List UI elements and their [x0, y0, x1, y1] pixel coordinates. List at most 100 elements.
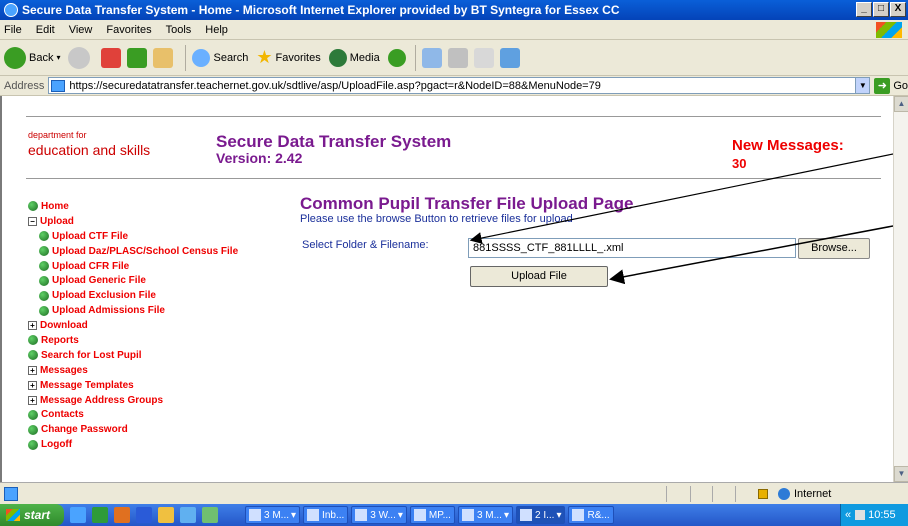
forward-arrow-icon — [68, 46, 91, 69]
lock-icon — [758, 488, 768, 499]
start-label: start — [24, 508, 51, 522]
folder-icon — [355, 509, 368, 521]
browser-toolbar: Back ▾ Search ★ Favorites Media — [0, 40, 908, 76]
address-bar: Address https://securedatatransfer.teach… — [0, 76, 908, 96]
toolbar-separator — [414, 44, 416, 71]
page-content: department for education and skills Secu… — [0, 96, 893, 482]
star-icon: ★ — [256, 47, 273, 67]
menu-help[interactable]: Help — [205, 24, 228, 36]
powerpoint-quicklaunch-icon[interactable] — [114, 507, 130, 523]
windows-flag-icon — [6, 509, 20, 521]
refresh-icon[interactable] — [127, 47, 148, 68]
excel-icon — [249, 509, 261, 521]
edit-icon[interactable] — [473, 47, 494, 68]
go-button[interactable]: ➜ Go — [874, 77, 908, 94]
toolbar-separator — [185, 44, 187, 71]
history-icon[interactable] — [387, 48, 406, 67]
task-label: 3 W... — [370, 509, 396, 521]
task-label: 3 M... — [264, 509, 290, 521]
chevron-down-icon: ▾ — [503, 509, 509, 521]
address-label: Address — [4, 79, 45, 92]
task-mp[interactable]: MP... — [409, 506, 455, 524]
task-label: R&... — [587, 509, 610, 521]
scroll-down-icon[interactable]: ▼ — [894, 466, 908, 482]
task-excel[interactable]: 3 M... ▾ — [245, 506, 301, 524]
task-label: 3 M... — [476, 509, 502, 521]
tray-app-icon[interactable] — [855, 510, 866, 520]
dropdown-arrow-icon: ▾ — [56, 53, 61, 62]
menu-favorites[interactable]: Favorites — [106, 24, 151, 36]
chevron-down-icon: ▾ — [397, 509, 403, 521]
windows-logo-icon — [876, 22, 902, 38]
menu-tools[interactable]: Tools — [166, 24, 192, 36]
address-input[interactable]: https://securedatatransfer.teachernet.go… — [48, 77, 871, 94]
task-inbox[interactable]: Inb... — [303, 506, 349, 524]
zone-label: Internet — [794, 487, 832, 500]
media-button[interactable]: Media — [328, 48, 380, 67]
status-divider — [735, 486, 736, 502]
address-url: https://securedatatransfer.teachernet.go… — [69, 79, 601, 92]
messenger-icon[interactable] — [499, 47, 520, 68]
back-button[interactable]: Back ▾ — [4, 46, 61, 69]
search-label: Search — [213, 51, 249, 64]
annotation-arrow-filename — [469, 153, 893, 244]
ie-quicklaunch-icon[interactable] — [70, 507, 86, 523]
task-rnd[interactable]: R&... — [568, 506, 614, 524]
status-divider — [712, 486, 713, 502]
forward-button[interactable] — [68, 46, 93, 69]
annotation-arrows — [469, 153, 893, 285]
back-label: Back — [29, 51, 54, 64]
close-button[interactable]: X — [890, 2, 906, 17]
print-icon[interactable] — [447, 47, 468, 68]
outlook-quicklaunch-icon[interactable] — [180, 507, 196, 523]
page-icon — [51, 79, 66, 92]
task-label: 2 I... — [534, 509, 555, 521]
favorites-button[interactable]: ★ Favorites — [256, 47, 320, 68]
word-icon — [461, 509, 474, 521]
chevron-down-icon: ▾ — [556, 509, 562, 521]
desktop-quicklaunch-icon[interactable] — [202, 507, 218, 523]
internet-explorer-icon — [4, 3, 18, 17]
menu-edit[interactable]: Edit — [36, 24, 55, 36]
task-ie[interactable]: 2 I... ▾ — [515, 506, 566, 524]
window-controls: _ □ X — [856, 2, 906, 17]
mail-icon[interactable] — [421, 47, 442, 68]
outlook-icon — [307, 509, 320, 521]
task-label: MP... — [428, 509, 451, 521]
task-explorer[interactable]: 3 W... ▾ — [351, 506, 407, 524]
clock[interactable]: 10:55 — [868, 509, 896, 521]
excel-quicklaunch-icon[interactable] — [92, 507, 108, 523]
tray-expand-icon[interactable]: « — [845, 509, 851, 521]
scroll-up-icon[interactable]: ▲ — [894, 96, 908, 112]
search-icon — [572, 509, 585, 521]
task-word[interactable]: 3 M... ▾ — [457, 506, 513, 524]
app-icon — [413, 509, 426, 521]
start-button[interactable]: start — [0, 504, 64, 526]
favorites-label: Favorites — [275, 51, 321, 64]
menu-file[interactable]: File — [4, 24, 22, 36]
home-icon[interactable] — [153, 47, 174, 68]
search-button[interactable]: Search — [192, 48, 249, 67]
word-quicklaunch-icon[interactable] — [136, 507, 152, 523]
maximize-button[interactable]: □ — [873, 2, 889, 17]
menu-bar: File Edit View Favorites Tools Help — [0, 20, 908, 40]
window-title-bar[interactable]: Secure Data Transfer System - Home - Mic… — [0, 0, 908, 20]
stop-icon[interactable] — [101, 47, 122, 68]
system-tray: « 10:55 — [840, 504, 908, 526]
go-label: Go — [893, 79, 908, 92]
status-divider — [690, 486, 691, 502]
chevron-down-icon: ▾ — [291, 509, 297, 521]
status-divider — [666, 486, 667, 502]
back-arrow-icon — [4, 46, 26, 69]
minimize-button[interactable]: _ — [856, 2, 872, 17]
page-status-icon — [4, 486, 18, 501]
security-zone: Internet — [758, 487, 832, 500]
menu-view[interactable]: View — [69, 24, 93, 36]
taskbar: start 3 M... ▾ Inb... 3 W... ▾ MP... 3 M..… — [0, 504, 908, 526]
go-arrow-icon: ➜ — [874, 77, 891, 94]
vertical-scrollbar[interactable]: ▲ ▼ — [893, 96, 908, 482]
internet-explorer-icon — [519, 509, 532, 521]
folder-quicklaunch-icon[interactable] — [158, 507, 174, 523]
annotation-arrow-upload — [609, 225, 893, 285]
chevron-down-icon[interactable]: ▼ — [855, 78, 870, 93]
